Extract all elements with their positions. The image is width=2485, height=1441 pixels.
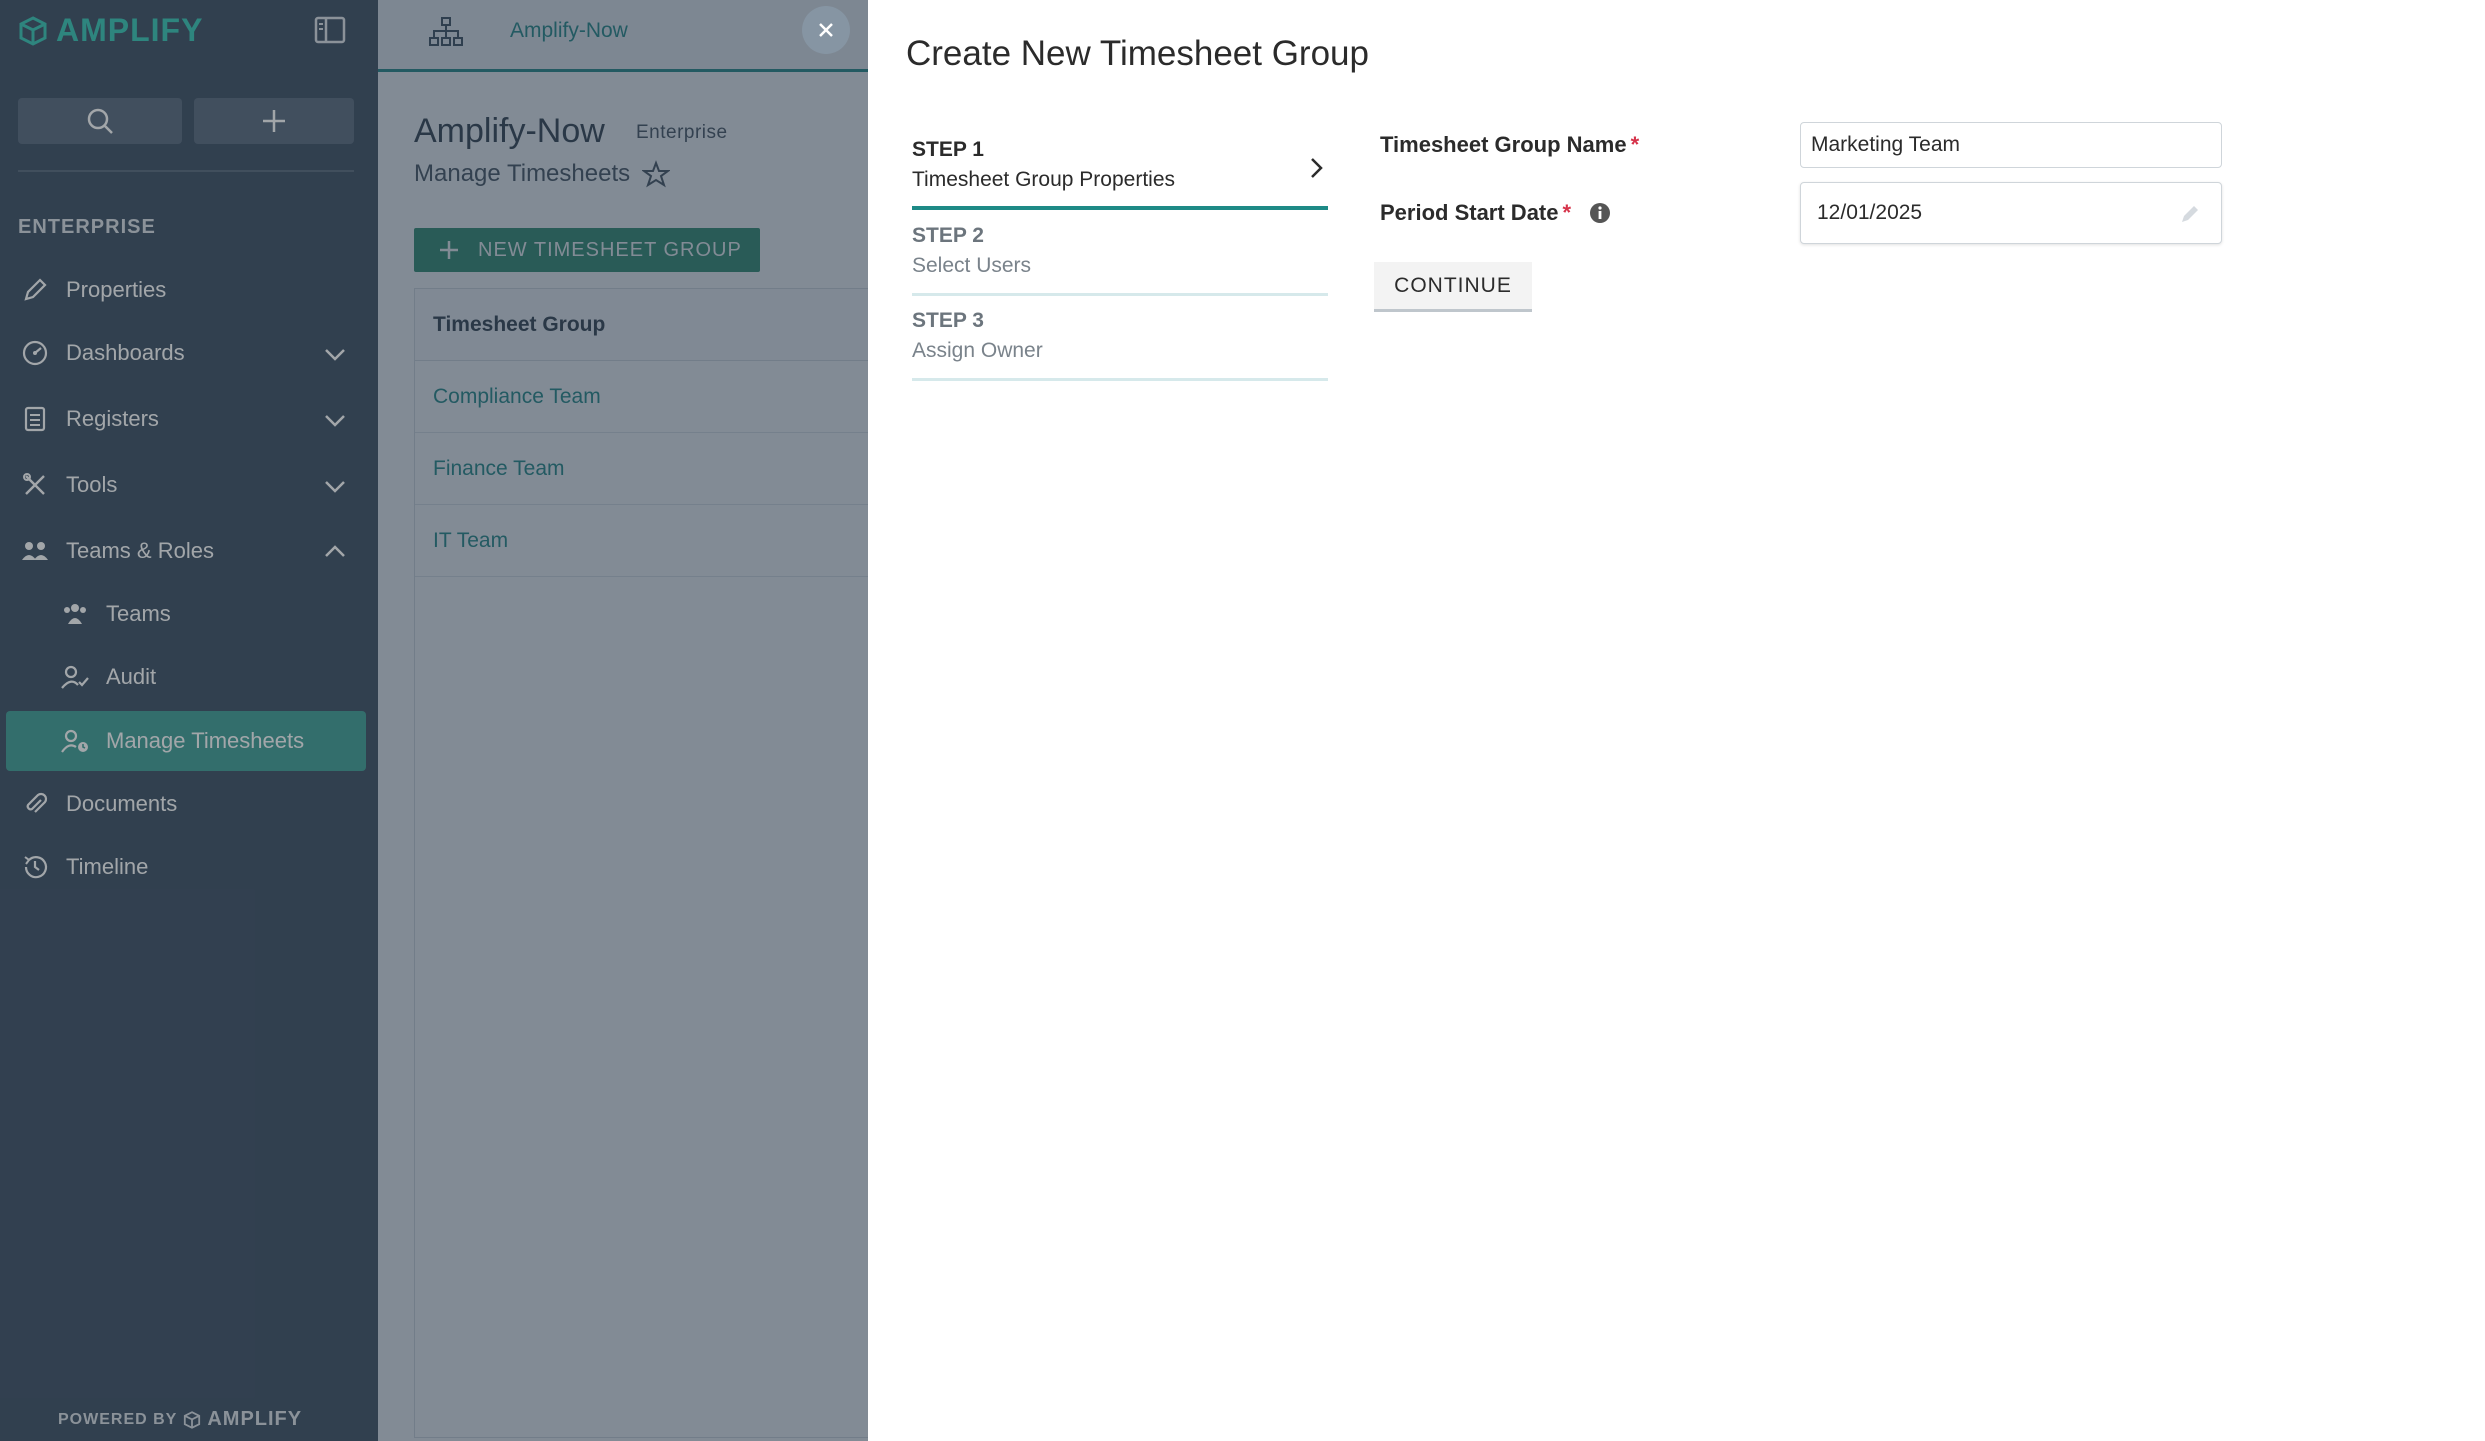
chevron-down-icon xyxy=(325,481,345,493)
required-mark: * xyxy=(1630,132,1640,157)
step-1[interactable]: STEP 1 Timesheet Group Properties xyxy=(912,128,1328,210)
sidebar-item-label: Timeline xyxy=(66,854,149,879)
pencil-icon xyxy=(18,273,52,307)
sidebar-item-label: Manage Timesheets xyxy=(106,728,305,753)
app-logo[interactable]: AMPLIFY xyxy=(18,12,203,49)
modal-title: Create New Timesheet Group xyxy=(906,34,1369,73)
close-modal-button[interactable] xyxy=(802,6,850,54)
powered-by: POWERED BY AMPLIFY xyxy=(58,1408,302,1431)
continue-button[interactable]: CONTINUE xyxy=(1374,262,1532,312)
group-name-input[interactable]: Marketing Team xyxy=(1800,122,2222,168)
sidebar-item-timeline[interactable]: Timeline xyxy=(6,837,366,897)
sidebar-toggle-icon xyxy=(314,16,346,44)
sidebar-item-documents[interactable]: Documents xyxy=(6,774,366,834)
sidebar-item-teams[interactable]: Teams xyxy=(6,584,366,644)
collapse-sidebar-button[interactable] xyxy=(314,16,346,44)
pencil-icon xyxy=(2182,206,2198,222)
chevron-up-icon xyxy=(325,545,345,557)
breadcrumb[interactable]: Amplify-Now xyxy=(510,19,628,43)
close-icon xyxy=(819,23,833,37)
sidebar-item-label: Teams & Roles xyxy=(66,538,214,563)
create-timesheet-group-panel: Create New Timesheet Group STEP 1 Timesh… xyxy=(868,0,2485,1441)
required-mark: * xyxy=(1562,200,1572,225)
start-date-input[interactable]: 12/01/2025 xyxy=(1800,182,2222,244)
sidebar: AMPLIFY ENTERPRISE Properties Dashboards… xyxy=(0,0,378,1441)
star-icon[interactable] xyxy=(642,160,671,188)
table-row[interactable]: IT Team xyxy=(415,505,868,577)
start-date-label: Period Start Date * xyxy=(1380,200,1611,226)
hierarchy-icon[interactable] xyxy=(428,16,464,48)
timesheet-group-table: Timesheet Group Compliance Team Finance … xyxy=(414,288,868,1438)
sidebar-item-registers[interactable]: Registers xyxy=(6,389,366,449)
sidebar-item-label: Teams xyxy=(106,601,171,626)
table-row[interactable]: Finance Team xyxy=(415,433,868,505)
user-clock-icon xyxy=(58,724,92,758)
step-number: STEP 1 xyxy=(912,138,984,161)
chevron-down-icon xyxy=(325,415,345,427)
sidebar-item-label: Properties xyxy=(66,277,167,302)
sidebar-item-label: Documents xyxy=(66,791,178,816)
plus-icon xyxy=(263,110,285,132)
sidebar-search-button[interactable] xyxy=(18,98,182,144)
sidebar-item-label: Audit xyxy=(106,664,157,689)
start-date-label-text: Period Start Date xyxy=(1380,200,1559,225)
group-name-label-text: Timesheet Group Name xyxy=(1380,132,1627,157)
user-check-icon xyxy=(58,660,92,694)
new-button-label: NEW TIMESHEET GROUP xyxy=(478,238,742,261)
paperclip-icon xyxy=(18,787,52,821)
sidebar-item-properties[interactable]: Properties xyxy=(6,260,366,320)
search-icon xyxy=(87,108,113,134)
group-name-label: Timesheet Group Name * xyxy=(1380,132,1639,158)
sidebar-divider xyxy=(18,170,354,172)
history-icon xyxy=(18,850,52,884)
chevron-down-icon xyxy=(325,349,345,361)
start-date-value: 12/01/2025 xyxy=(1817,201,1923,224)
tools-icon xyxy=(18,468,52,502)
step-progress-bar xyxy=(912,378,1328,381)
cube-logo-icon xyxy=(19,15,47,46)
users-icon xyxy=(18,534,52,568)
step-2[interactable]: STEP 2 Select Users xyxy=(912,214,1328,296)
team-icon xyxy=(58,597,92,631)
step-number: STEP 3 xyxy=(912,309,984,332)
sidebar-item-tools[interactable]: Tools xyxy=(6,455,366,515)
step-progress-bar xyxy=(912,206,1328,210)
sidebar-item-teams-roles[interactable]: Teams & Roles xyxy=(6,521,366,581)
step-number: STEP 2 xyxy=(912,224,984,247)
top-bar: Amplify-Now xyxy=(378,0,868,72)
table-header: Timesheet Group xyxy=(415,289,868,361)
logo-text: AMPLIFY xyxy=(56,12,204,48)
plus-icon xyxy=(440,241,458,259)
step-name: Assign Owner xyxy=(912,339,1043,362)
step-name: Timesheet Group Properties xyxy=(912,168,1176,191)
step-3[interactable]: STEP 3 Assign Owner xyxy=(912,299,1328,381)
sidebar-item-manage-timesheets[interactable]: Manage Timesheets xyxy=(6,711,366,771)
sidebar-item-label: Tools xyxy=(66,472,118,497)
sidebar-item-audit[interactable]: Audit xyxy=(6,647,366,707)
sidebar-item-label: Registers xyxy=(66,406,159,431)
cube-logo-icon xyxy=(184,1410,201,1429)
step-name: Select Users xyxy=(912,254,1032,277)
page-subtitle: Manage Timesheets xyxy=(414,160,671,188)
register-icon xyxy=(18,402,52,436)
main-content: Amplify-Now Amplify-Now Enterprise Manag… xyxy=(378,0,868,1441)
sidebar-section-label: ENTERPRISE xyxy=(18,216,156,238)
page-title: Amplify-Now xyxy=(414,112,605,150)
info-icon[interactable] xyxy=(1589,202,1611,224)
sidebar-item-dashboards[interactable]: Dashboards xyxy=(6,323,366,383)
new-timesheet-group-button[interactable]: NEW TIMESHEET GROUP xyxy=(414,228,760,272)
sidebar-add-button[interactable] xyxy=(194,98,354,144)
chevron-right-icon xyxy=(1311,158,1323,178)
table-row[interactable]: Compliance Team xyxy=(415,361,868,433)
gauge-icon xyxy=(18,336,52,370)
page-subtitle-text: Manage Timesheets xyxy=(414,160,631,187)
powered-by-label: POWERED BY xyxy=(58,1410,178,1428)
powered-by-brand: AMPLIFY xyxy=(207,1408,303,1430)
group-name-value: Marketing Team xyxy=(1811,133,1961,156)
step-progress-bar xyxy=(912,293,1328,296)
sidebar-item-label: Dashboards xyxy=(66,340,185,365)
page-type-badge: Enterprise xyxy=(636,122,728,143)
